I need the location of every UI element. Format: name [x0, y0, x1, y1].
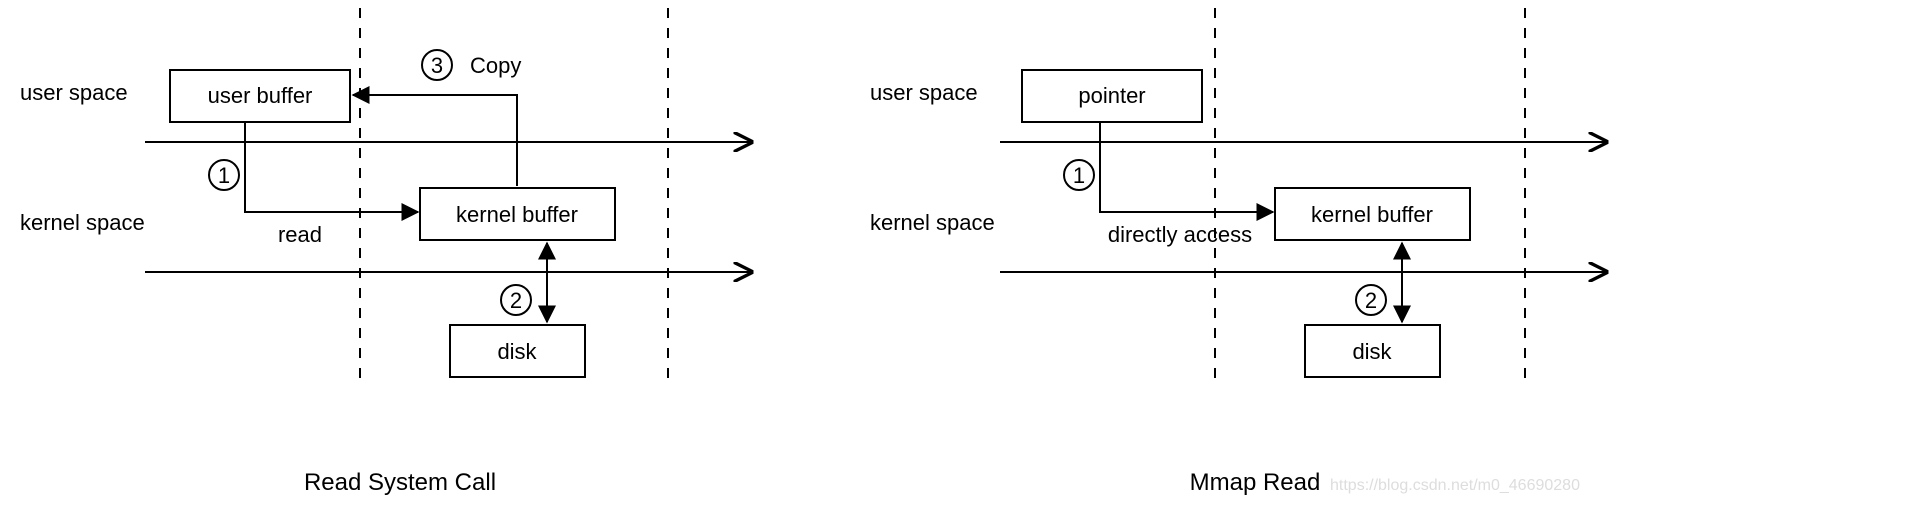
left-user-space-label: user space: [20, 80, 128, 105]
right-user-space-label: user space: [870, 80, 978, 105]
left-step1-arrow: 1 read: [209, 122, 418, 247]
left-user-buffer-label: user buffer: [208, 83, 313, 108]
right-disk-box: disk: [1305, 325, 1440, 377]
left-step1-label: read: [278, 222, 322, 247]
left-disk-label: disk: [497, 339, 537, 364]
left-step1-num: 1: [218, 163, 230, 188]
right-diagram: user space kernel space pointer kernel b…: [870, 8, 1605, 496]
right-kernel-space-label: kernel space: [870, 210, 995, 235]
left-step3-label: Copy: [470, 53, 521, 78]
diagram-canvas: user space kernel space user buffer kern…: [0, 0, 1917, 512]
right-step2-num: 2: [1365, 288, 1377, 313]
left-step3-arrow: 3 Copy: [353, 50, 521, 186]
right-pointer-box: pointer: [1022, 70, 1202, 122]
right-kernel-buffer-box: kernel buffer: [1275, 188, 1470, 240]
left-step3-num: 3: [431, 53, 443, 78]
right-disk-label: disk: [1352, 339, 1392, 364]
left-caption: Read System Call: [304, 469, 496, 496]
left-kernel-buffer-box: kernel buffer: [420, 188, 615, 240]
right-step2-arrow: 2: [1356, 243, 1402, 322]
right-pointer-label: pointer: [1078, 83, 1145, 108]
right-caption: Mmap Read: [1190, 469, 1321, 496]
right-step1-arrow: 1 directly access: [1064, 122, 1273, 247]
right-step1-num: 1: [1073, 163, 1085, 188]
left-step2-arrow: 2: [501, 243, 547, 322]
left-diagram: user space kernel space user buffer kern…: [20, 8, 750, 496]
right-step1-label: directly access: [1108, 222, 1252, 247]
left-user-buffer-box: user buffer: [170, 70, 350, 122]
right-kernel-buffer-label: kernel buffer: [1311, 202, 1433, 227]
watermark-text: https://blog.csdn.net/m0_46690280: [1330, 477, 1580, 494]
left-kernel-space-label: kernel space: [20, 210, 145, 235]
left-step2-num: 2: [510, 288, 522, 313]
left-kernel-buffer-label: kernel buffer: [456, 202, 578, 227]
left-disk-box: disk: [450, 325, 585, 377]
